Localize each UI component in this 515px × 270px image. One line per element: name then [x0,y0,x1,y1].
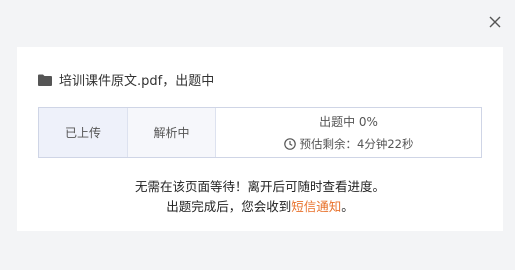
step-parsing: 解析中 [128,108,216,157]
progress-steps: 已上传 解析中 出题中 0% 预估剩余：4分钟22秒 [38,107,482,158]
notice-text: 无需在该页面等待！离开后可随时查看进度。 出题完成后，您会收到短信通知。 [17,177,503,217]
notice-line-2: 出题完成后，您会收到短信通知。 [17,197,503,217]
step-parsing-label: 解析中 [153,126,190,140]
notice-line-2-suffix: 。 [341,199,354,214]
eta-text: 预估剩余：4分钟22秒 [299,137,414,151]
notice-line-1: 无需在该页面等待！离开后可随时查看进度。 [134,179,385,194]
eta-row: 预估剩余：4分钟22秒 [283,136,414,152]
notice-line-2-prefix: 出题完成后，您会收到 [166,199,292,214]
step-generating: 出题中 0% 预估剩余：4分钟22秒 [216,108,481,157]
generating-progress: 出题中 0% [319,115,378,129]
sms-notification-link[interactable]: 短信通知 [291,199,341,214]
close-button[interactable] [485,12,505,32]
file-title: 培训课件原文.pdf，出题中 [59,74,215,89]
file-title-row: 培训课件原文.pdf，出题中 [38,70,214,89]
step-uploaded-label: 已上传 [64,126,101,140]
step-uploaded: 已上传 [39,108,128,157]
close-icon [489,16,501,28]
folder-icon [38,74,52,86]
progress-dialog: 培训课件原文.pdf，出题中 已上传 解析中 出题中 0% 预估剩余：4分钟22… [17,47,503,231]
clock-icon [283,138,296,150]
